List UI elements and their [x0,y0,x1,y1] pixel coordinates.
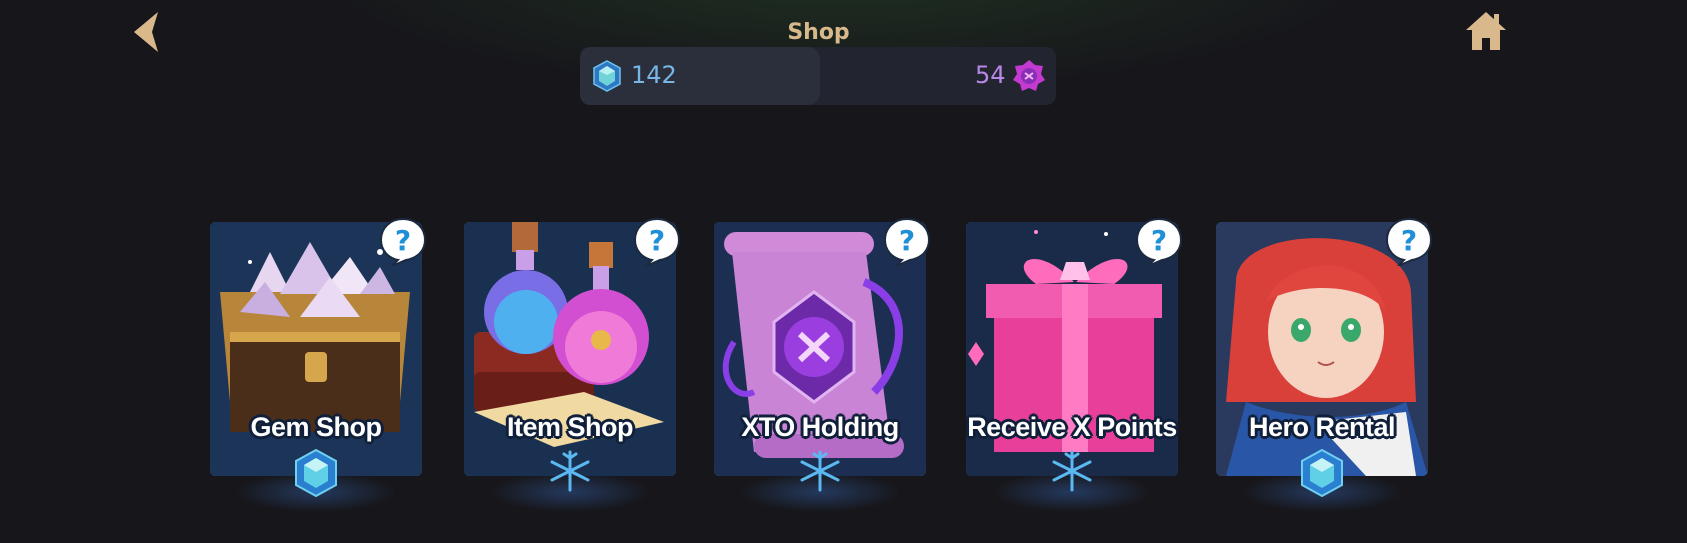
page-title: Shop [787,20,850,45]
card-label: Receive X Points [967,412,1177,442]
card-label: Item Shop [506,412,634,442]
pink-gem-count: 54 [975,61,1006,89]
card-gem-shop[interactable]: Gem Shop ? [210,217,427,512]
svg-text:?: ? [1151,224,1167,257]
card-hero-rental[interactable]: Hero Rental ? [1216,217,1433,512]
card-item-shop[interactable]: Item Shop ? [464,217,681,512]
shop-screen: Shop 142 54 Gem Shop ? Item Shop ? XTO H… [0,0,1687,543]
svg-text:?: ? [395,224,411,257]
blue-gem-icon [295,448,337,498]
help-icon[interactable]: ? [882,216,932,266]
blue-gem-icon [593,60,621,92]
pink-gem-icon [1013,60,1045,91]
home-button[interactable] [1463,8,1509,54]
card-label: XTO Holding [741,412,899,442]
snowflake-icon [800,450,840,492]
help-icon[interactable]: ? [1134,216,1184,266]
snowflake-icon [1052,450,1092,492]
svg-text:?: ? [1401,224,1417,257]
currency-bar: 142 54 [580,47,1056,105]
svg-text:?: ? [899,224,915,257]
help-icon[interactable]: ? [632,216,682,266]
blue-gem-count: 142 [631,61,677,89]
card-xto-holding[interactable]: XTO Holding ? [714,217,931,512]
help-icon[interactable]: ? [1384,216,1434,266]
svg-text:?: ? [649,224,665,257]
home-icon [1466,12,1506,50]
card-receive-x-points[interactable]: Receive X Points ? [966,217,1183,512]
help-icon[interactable]: ? [378,216,428,266]
snowflake-icon [550,450,590,492]
card-label: Hero Rental [1248,412,1396,442]
card-label: Gem Shop [250,412,382,442]
blue-gem-icon [1301,448,1343,498]
